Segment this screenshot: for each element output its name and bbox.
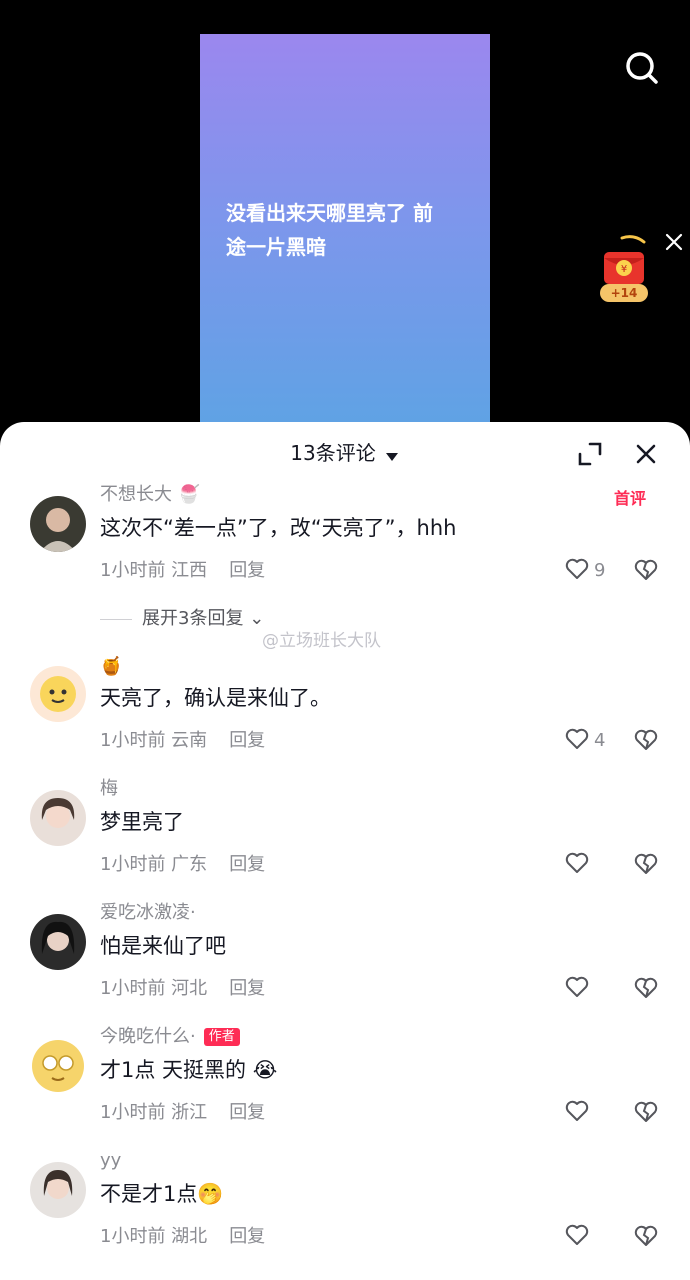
broken-heart-icon <box>634 559 658 580</box>
like-count: 4 <box>594 730 606 751</box>
comment-username[interactable]: 今晚吃什么· 作者 <box>100 1024 240 1050</box>
crying-face-emoji-icon: 😭 <box>252 1058 278 1082</box>
broken-heart-icon <box>634 1101 658 1122</box>
comment-username[interactable]: yy <box>100 1148 121 1174</box>
like-button[interactable] <box>564 974 624 1004</box>
red-packet-widget[interactable]: ¥ +14 <box>596 232 656 306</box>
comment-time-location: 1小时前 江西 <box>100 560 208 581</box>
comment-time-location: 1小时前 云南 <box>100 730 208 751</box>
broken-heart-icon <box>634 853 658 874</box>
like-button[interactable] <box>564 1098 624 1128</box>
avatar[interactable] <box>30 790 86 846</box>
comment-text: 这次不“差一点”了，改“天亮了”，hhh <box>100 516 457 540</box>
comment-username[interactable]: 梅 <box>100 776 118 802</box>
heart-icon <box>565 728 589 749</box>
like-button[interactable]: 9 <box>564 556 624 586</box>
avatar[interactable] <box>30 1162 86 1218</box>
comment-meta: 1小时前 浙江 回复 <box>100 1100 265 1126</box>
reply-button[interactable]: 回复 <box>229 560 265 581</box>
comment-time-location: 1小时前 广东 <box>100 854 208 875</box>
comment-meta: 1小时前 江西 回复 <box>100 558 265 584</box>
avatar[interactable] <box>30 914 86 970</box>
broken-heart-icon <box>634 977 658 998</box>
broken-heart-icon <box>634 1225 658 1246</box>
comment-username[interactable]: 爱吃冰激凌· <box>100 900 196 926</box>
author-tag: 作者 <box>203 1028 240 1046</box>
dislike-button[interactable] <box>632 974 662 1004</box>
comment-text: 才1点 天挺黑的 😭 <box>100 1058 278 1082</box>
comment-meta: 1小时前 河北 回复 <box>100 976 265 1002</box>
heart-icon <box>565 976 589 997</box>
avatar[interactable] <box>30 496 86 552</box>
shaved-ice-emoji-icon: 🍧 <box>177 484 201 505</box>
close-icon[interactable] <box>632 440 660 468</box>
comment-item: yy 不是才1点🤭 1小时前 湖北 回复 <box>0 1150 690 1262</box>
comment-meta: 1小时前 广东 回复 <box>100 852 265 878</box>
reply-button[interactable]: 回复 <box>229 1226 265 1247</box>
reply-button[interactable]: 回复 <box>229 854 265 875</box>
like-button[interactable] <box>564 1222 624 1252</box>
reply-button[interactable]: 回复 <box>229 1102 265 1123</box>
expand-replies-button[interactable]: 展开3条回复 ⌄ <box>100 606 264 632</box>
comment-time-location: 1小时前 湖北 <box>100 1226 208 1247</box>
fullscreen-icon[interactable] <box>576 440 604 468</box>
reply-button[interactable]: 回复 <box>229 730 265 751</box>
dislike-button[interactable] <box>632 1098 662 1128</box>
comment-time-location: 1小时前 河北 <box>100 978 208 999</box>
svg-text:¥: ¥ <box>621 264 627 275</box>
honey-pot-emoji-icon: 🍯 <box>100 656 123 677</box>
video-caption: 没看出来天哪里亮了 前途一片黑暗 <box>226 201 433 259</box>
divider-line <box>100 618 132 620</box>
broken-heart-icon <box>634 729 658 750</box>
dislike-button[interactable] <box>632 1222 662 1252</box>
comment-item: 梅 梦里亮了 1小时前 广东 回复 <box>0 778 690 890</box>
avatar[interactable] <box>30 666 86 722</box>
search-icon[interactable] <box>622 48 662 88</box>
red-packet-count: +14 <box>600 284 648 302</box>
shushing-face-emoji-icon: 🤭 <box>197 1182 224 1206</box>
heart-icon <box>565 1224 589 1245</box>
video-area[interactable]: 没看出来天哪里亮了 前途一片黑暗 ¥ +14 <box>0 0 690 440</box>
watermark: @立场班长大队 <box>262 631 381 651</box>
like-count: 9 <box>594 560 606 581</box>
video-frame[interactable]: 没看出来天哪里亮了 前途一片黑暗 <box>200 34 490 434</box>
comment-item: 爱吃冰激凌· 怕是来仙了吧 1小时前 河北 回复 <box>0 902 690 1014</box>
reply-button[interactable]: 回复 <box>229 978 265 999</box>
close-widget-icon[interactable] <box>662 230 686 254</box>
comment-meta: 1小时前 湖北 回复 <box>100 1224 265 1250</box>
dislike-button[interactable] <box>632 556 662 586</box>
comment-time-location: 1小时前 浙江 <box>100 1102 208 1123</box>
comment-text: 不是才1点🤭 <box>100 1182 224 1206</box>
like-button[interactable] <box>564 850 624 880</box>
like-button[interactable]: 4 <box>564 726 624 756</box>
chevron-down-icon: ⌄ <box>249 608 265 629</box>
dislike-button[interactable] <box>632 726 662 756</box>
comment-item: 🍯 天亮了，确认是来仙了。 1小时前 云南 回复 4 <box>0 656 690 766</box>
comment-username[interactable]: 不想长大 🍧 <box>100 482 200 508</box>
first-comment-badge: 首评 <box>614 489 647 508</box>
avatar[interactable] <box>30 1038 86 1094</box>
dislike-button[interactable] <box>632 850 662 880</box>
heart-icon <box>565 1100 589 1121</box>
comments-sheet: 13条评论 不想长大 🍧 这次不“差一点”了，改“天亮了”，hhh 1小时前 江… <box>0 422 690 1280</box>
comment-text: 怕是来仙了吧 <box>100 934 226 958</box>
comment-text: 天亮了，确认是来仙了。 <box>100 686 331 710</box>
heart-icon <box>565 558 589 579</box>
heart-icon <box>565 852 589 873</box>
caret-down-icon <box>384 440 400 470</box>
comment-meta: 1小时前 云南 回复 <box>100 728 265 754</box>
comment-item: 今晚吃什么· 作者 才1点 天挺黑的 😭 1小时前 浙江 回复 <box>0 1026 690 1138</box>
comment-item: 不想长大 🍧 这次不“差一点”了，改“天亮了”，hhh 1小时前 江西 回复 首评… <box>0 484 690 651</box>
comment-count-title: 13条评论 <box>290 441 376 465</box>
comment-text: 梦里亮了 <box>100 810 184 834</box>
